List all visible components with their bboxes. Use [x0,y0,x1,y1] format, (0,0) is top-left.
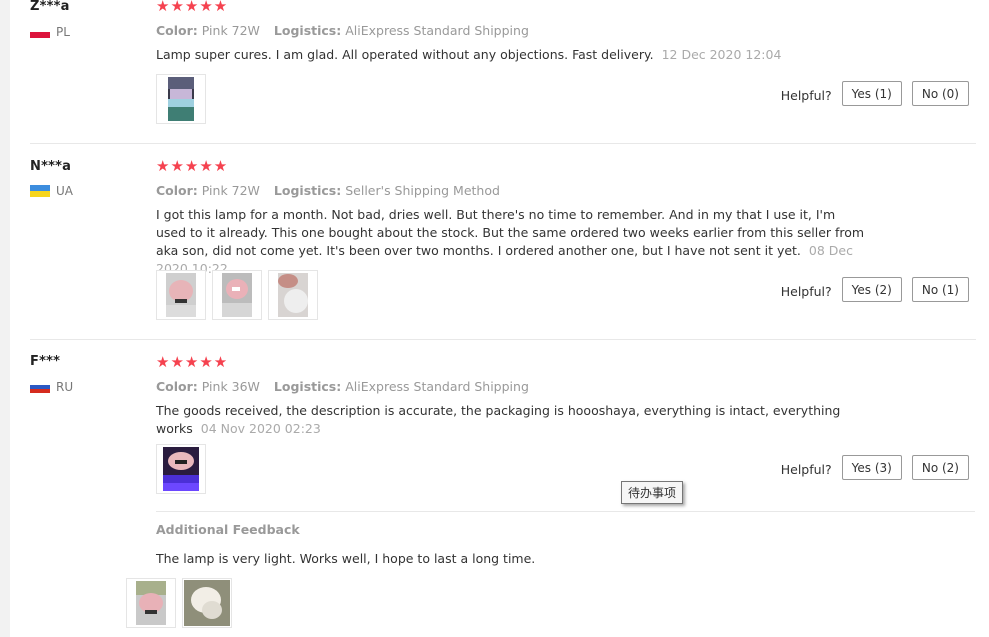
additional-feedback-title: Additional Feedback [156,522,300,537]
additional-feedback-text: The lamp is very light. Works well, I ho… [156,551,536,566]
review-photo[interactable] [212,270,262,320]
color-label: Color: [156,23,198,38]
review-meta: Color: Pink 72W Logistics: AliExpress St… [156,23,529,38]
review-photo[interactable] [156,444,206,494]
reviewer-country: UA [30,184,73,198]
review-photo[interactable] [156,270,206,320]
color-value: Pink 72W [201,183,260,198]
helpful-label: Helpful? [780,283,832,299]
logistics-label: Logistics: [273,183,342,198]
review-photos [156,74,206,124]
review-item: N***a UA ★★★★★ Color: Pink 72W Logistics… [30,158,976,339]
helpful-yes-button[interactable]: Yes (2) [841,277,902,302]
helpful-section: Helpful? Yes (3) No (2) [781,455,969,480]
review-item: Z***a PL ★★★★★ Color: Pink 72W Logistics… [30,0,976,143]
logistics-value: AliExpress Standard Shipping [345,23,529,38]
reviewer-country: PL [30,25,70,39]
reviewer-name: F*** [30,354,61,369]
helpful-no-button[interactable]: No (1) [911,277,969,302]
additional-feedback: Additional Feedback The lamp is very lig… [156,522,975,637]
helpful-label: Helpful? [780,461,832,477]
flag-ru-icon [30,381,50,393]
review-meta: Color: Pink 72W Logistics: Seller's Ship… [156,183,500,198]
review-text: Lamp super cures. I am glad. All operate… [156,46,868,64]
review-divider [30,143,976,144]
review-body: Lamp super cures. I am glad. All operate… [156,47,654,62]
helpful-yes-button[interactable]: Yes (3) [841,455,902,480]
review-photo[interactable] [126,578,176,628]
color-label: Color: [156,379,198,394]
additional-feedback-photos [126,578,232,628]
review-meta: Color: Pink 36W Logistics: AliExpress St… [156,379,529,394]
reviewer-name: Z***a [30,0,70,14]
review-photo[interactable] [156,74,206,124]
country-code: PL [56,25,70,39]
additional-feedback-divider [156,511,975,512]
helpful-no-button[interactable]: No (2) [911,455,969,480]
color-label: Color: [156,183,198,198]
logistics-value: Seller's Shipping Method [345,183,500,198]
review-photo[interactable] [268,270,318,320]
star-rating: ★★★★★ [156,353,229,371]
review-photos [156,270,318,320]
logistics-label: Logistics: [273,23,342,38]
logistics-value: AliExpress Standard Shipping [345,379,529,394]
helpful-label: Helpful? [780,87,832,103]
helpful-yes-button[interactable]: Yes (1) [841,81,902,106]
review-date: 12 Dec 2020 12:04 [661,47,782,62]
review-divider [30,339,976,340]
color-value: Pink 72W [201,23,260,38]
tooltip: 待办事项 [621,481,684,504]
helpful-no-button[interactable]: No (0) [911,81,969,106]
flag-ua-icon [30,185,50,197]
review-photo[interactable] [182,578,232,628]
review-text: I got this lamp for a month. Not bad, dr… [156,206,868,278]
reviewer-country: RU [30,380,73,394]
helpful-section: Helpful? Yes (1) No (0) [781,81,969,106]
review-photos [156,444,206,494]
review-text: The goods received, the description is a… [156,402,868,438]
left-page-gutter [0,0,10,637]
review-date: 04 Nov 2020 02:23 [200,421,321,436]
star-rating: ★★★★★ [156,0,229,15]
flag-pl-icon [30,26,50,38]
review-body: I got this lamp for a month. Not bad, dr… [156,207,865,258]
reviewer-name: N***a [30,159,72,174]
color-value: Pink 36W [201,379,260,394]
logistics-label: Logistics: [273,379,342,394]
star-rating: ★★★★★ [156,157,229,175]
country-code: RU [56,380,74,394]
helpful-section: Helpful? Yes (2) No (1) [781,277,969,302]
country-code: UA [56,184,73,198]
